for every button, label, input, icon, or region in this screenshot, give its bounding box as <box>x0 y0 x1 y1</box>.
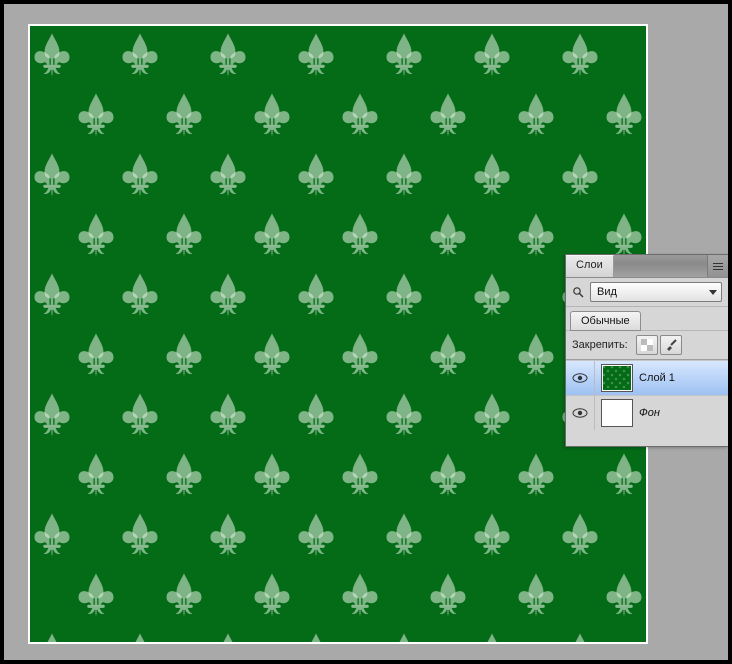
layer-groups-row: Обычные <box>566 307 728 331</box>
eye-icon <box>572 373 588 383</box>
lock-icons <box>636 335 682 355</box>
lock-transparent-pixels-button[interactable] <box>636 335 658 355</box>
visibility-toggle[interactable] <box>566 396 595 430</box>
lock-label: Закрепить: <box>572 339 628 351</box>
visibility-toggle[interactable] <box>566 361 595 395</box>
layers-panel: Слои Вид Обычные Закрепить: <box>565 254 728 447</box>
chevron-down-icon <box>709 290 717 295</box>
layer-thumbnail[interactable] <box>601 364 633 392</box>
layer-row-slot1[interactable]: Слой 1 <box>566 360 728 395</box>
brush-icon <box>665 339 677 351</box>
workspace: Слои Вид Обычные Закрепить: <box>4 4 728 660</box>
filter-type-dropdown[interactable]: Вид <box>590 282 722 302</box>
layer-name[interactable]: Слой 1 <box>639 372 728 384</box>
hamburger-icon <box>713 266 723 267</box>
layer-thumbnail[interactable] <box>601 399 633 427</box>
eye-icon <box>572 408 588 418</box>
tab-layers[interactable]: Слои <box>566 255 614 277</box>
group-normal-tab[interactable]: Обычные <box>570 311 641 331</box>
layers-list: Слой 1 Фон <box>566 360 728 446</box>
layer-row-background[interactable]: Фон <box>566 395 728 430</box>
panel-tabs: Слои <box>566 255 728 278</box>
filter-type-label: Вид <box>597 286 617 298</box>
checker-icon <box>641 339 653 351</box>
pattern-fleur-de-lis <box>30 26 646 642</box>
lock-image-pixels-button[interactable] <box>660 335 682 355</box>
layer-name[interactable]: Фон <box>639 407 728 419</box>
panel-menu-button[interactable] <box>707 255 728 277</box>
tab-spacer <box>614 255 707 277</box>
lock-row: Закрепить: <box>566 331 728 360</box>
layer-filter-row: Вид <box>566 278 728 307</box>
search-icon <box>572 286 584 298</box>
document-canvas[interactable] <box>30 26 646 642</box>
